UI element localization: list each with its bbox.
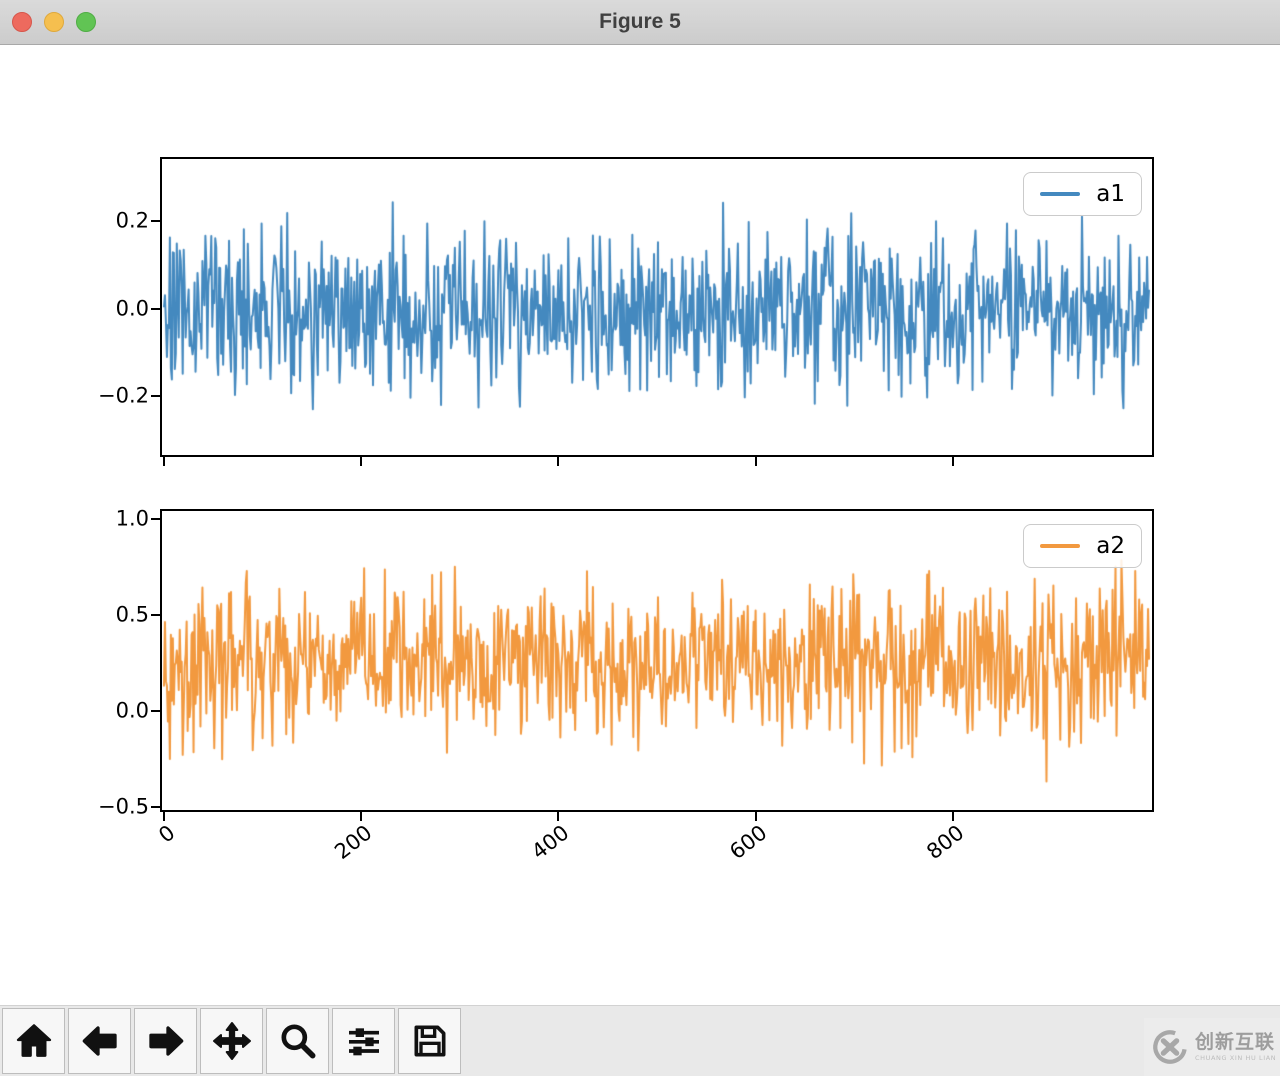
pan-button[interactable] — [200, 1008, 263, 1074]
x-tick-label: 0 — [154, 820, 180, 848]
forward-button[interactable] — [134, 1008, 197, 1074]
axes-a1[interactable]: a1 0.2 0.0 −0.2 — [98, 157, 1154, 466]
magnifier-icon — [281, 1024, 315, 1059]
y-tick-mark — [151, 395, 160, 398]
x-tick-label: 200 — [330, 820, 377, 865]
plot-canvas-a2[interactable] — [162, 511, 1152, 810]
floppy-disk-icon — [414, 1025, 445, 1057]
watermark: 创新互联 CHUANG XIN HU LIAN — [1144, 1018, 1280, 1076]
y-tick-mark — [151, 805, 160, 808]
legend-label-a1: a1 — [1096, 181, 1125, 207]
arrow-left-icon — [82, 1026, 117, 1056]
maximize-button[interactable] — [76, 12, 96, 32]
watermark-logo-icon — [1153, 1030, 1187, 1064]
back-button[interactable] — [68, 1008, 131, 1074]
y-tick-mark — [151, 614, 160, 617]
legend-line-sample-a1 — [1040, 192, 1081, 196]
x-tick-mark — [557, 457, 560, 466]
matplotlib-toolbar: 创新互联 CHUANG XIN HU LIAN — [0, 1005, 1280, 1076]
y-tick-label: −0.5 — [98, 794, 149, 819]
y-tick-label: −0.2 — [98, 383, 149, 408]
x-tick-mark — [754, 457, 757, 466]
x-tick-label: 600 — [724, 820, 772, 865]
watermark-cn-text: 创新互联 — [1195, 1030, 1276, 1053]
legend-a2: a2 — [1023, 524, 1142, 568]
move-icon — [212, 1022, 251, 1060]
y-tick-mark — [151, 518, 160, 521]
minimize-button[interactable] — [44, 12, 64, 32]
window-title: Figure 5 — [599, 10, 681, 33]
y-tick-label: 0.5 — [115, 602, 149, 627]
zoom-button[interactable] — [266, 1008, 329, 1074]
home-icon — [16, 1024, 51, 1057]
sliders-icon — [348, 1028, 379, 1056]
y-tick-label: 0.2 — [115, 208, 149, 233]
arrow-right-icon — [148, 1026, 183, 1056]
axes-a2[interactable]: a2 1.0 0.5 0.0 −0.5 0 200 400 600 800 — [98, 508, 1154, 864]
legend-line-sample-a2 — [1040, 544, 1081, 548]
save-button[interactable] — [398, 1008, 461, 1074]
close-button[interactable] — [12, 12, 32, 32]
legend-label-a2: a2 — [1096, 533, 1125, 559]
configure-subplots-button[interactable] — [332, 1008, 395, 1074]
y-tick-mark — [151, 220, 160, 223]
x-tick-mark — [951, 457, 954, 466]
y-tick-label: 0.0 — [115, 296, 149, 321]
titlebar[interactable]: Figure 5 — [0, 0, 1280, 45]
y-tick-mark — [151, 307, 160, 310]
y-tick-label: 0.0 — [115, 698, 149, 723]
plot-canvas-a1[interactable] — [162, 159, 1152, 455]
watermark-en-text: CHUANG XIN HU LIAN — [1195, 1053, 1277, 1062]
y-tick-mark — [151, 709, 160, 712]
y-tick-label: 1.0 — [115, 506, 149, 531]
home-button[interactable] — [2, 1008, 65, 1074]
legend-a1: a1 — [1023, 172, 1142, 216]
x-tick-label: 400 — [527, 820, 574, 865]
x-tick-mark — [360, 457, 363, 466]
x-tick-label: 800 — [921, 820, 969, 865]
x-tick-mark — [162, 457, 165, 466]
